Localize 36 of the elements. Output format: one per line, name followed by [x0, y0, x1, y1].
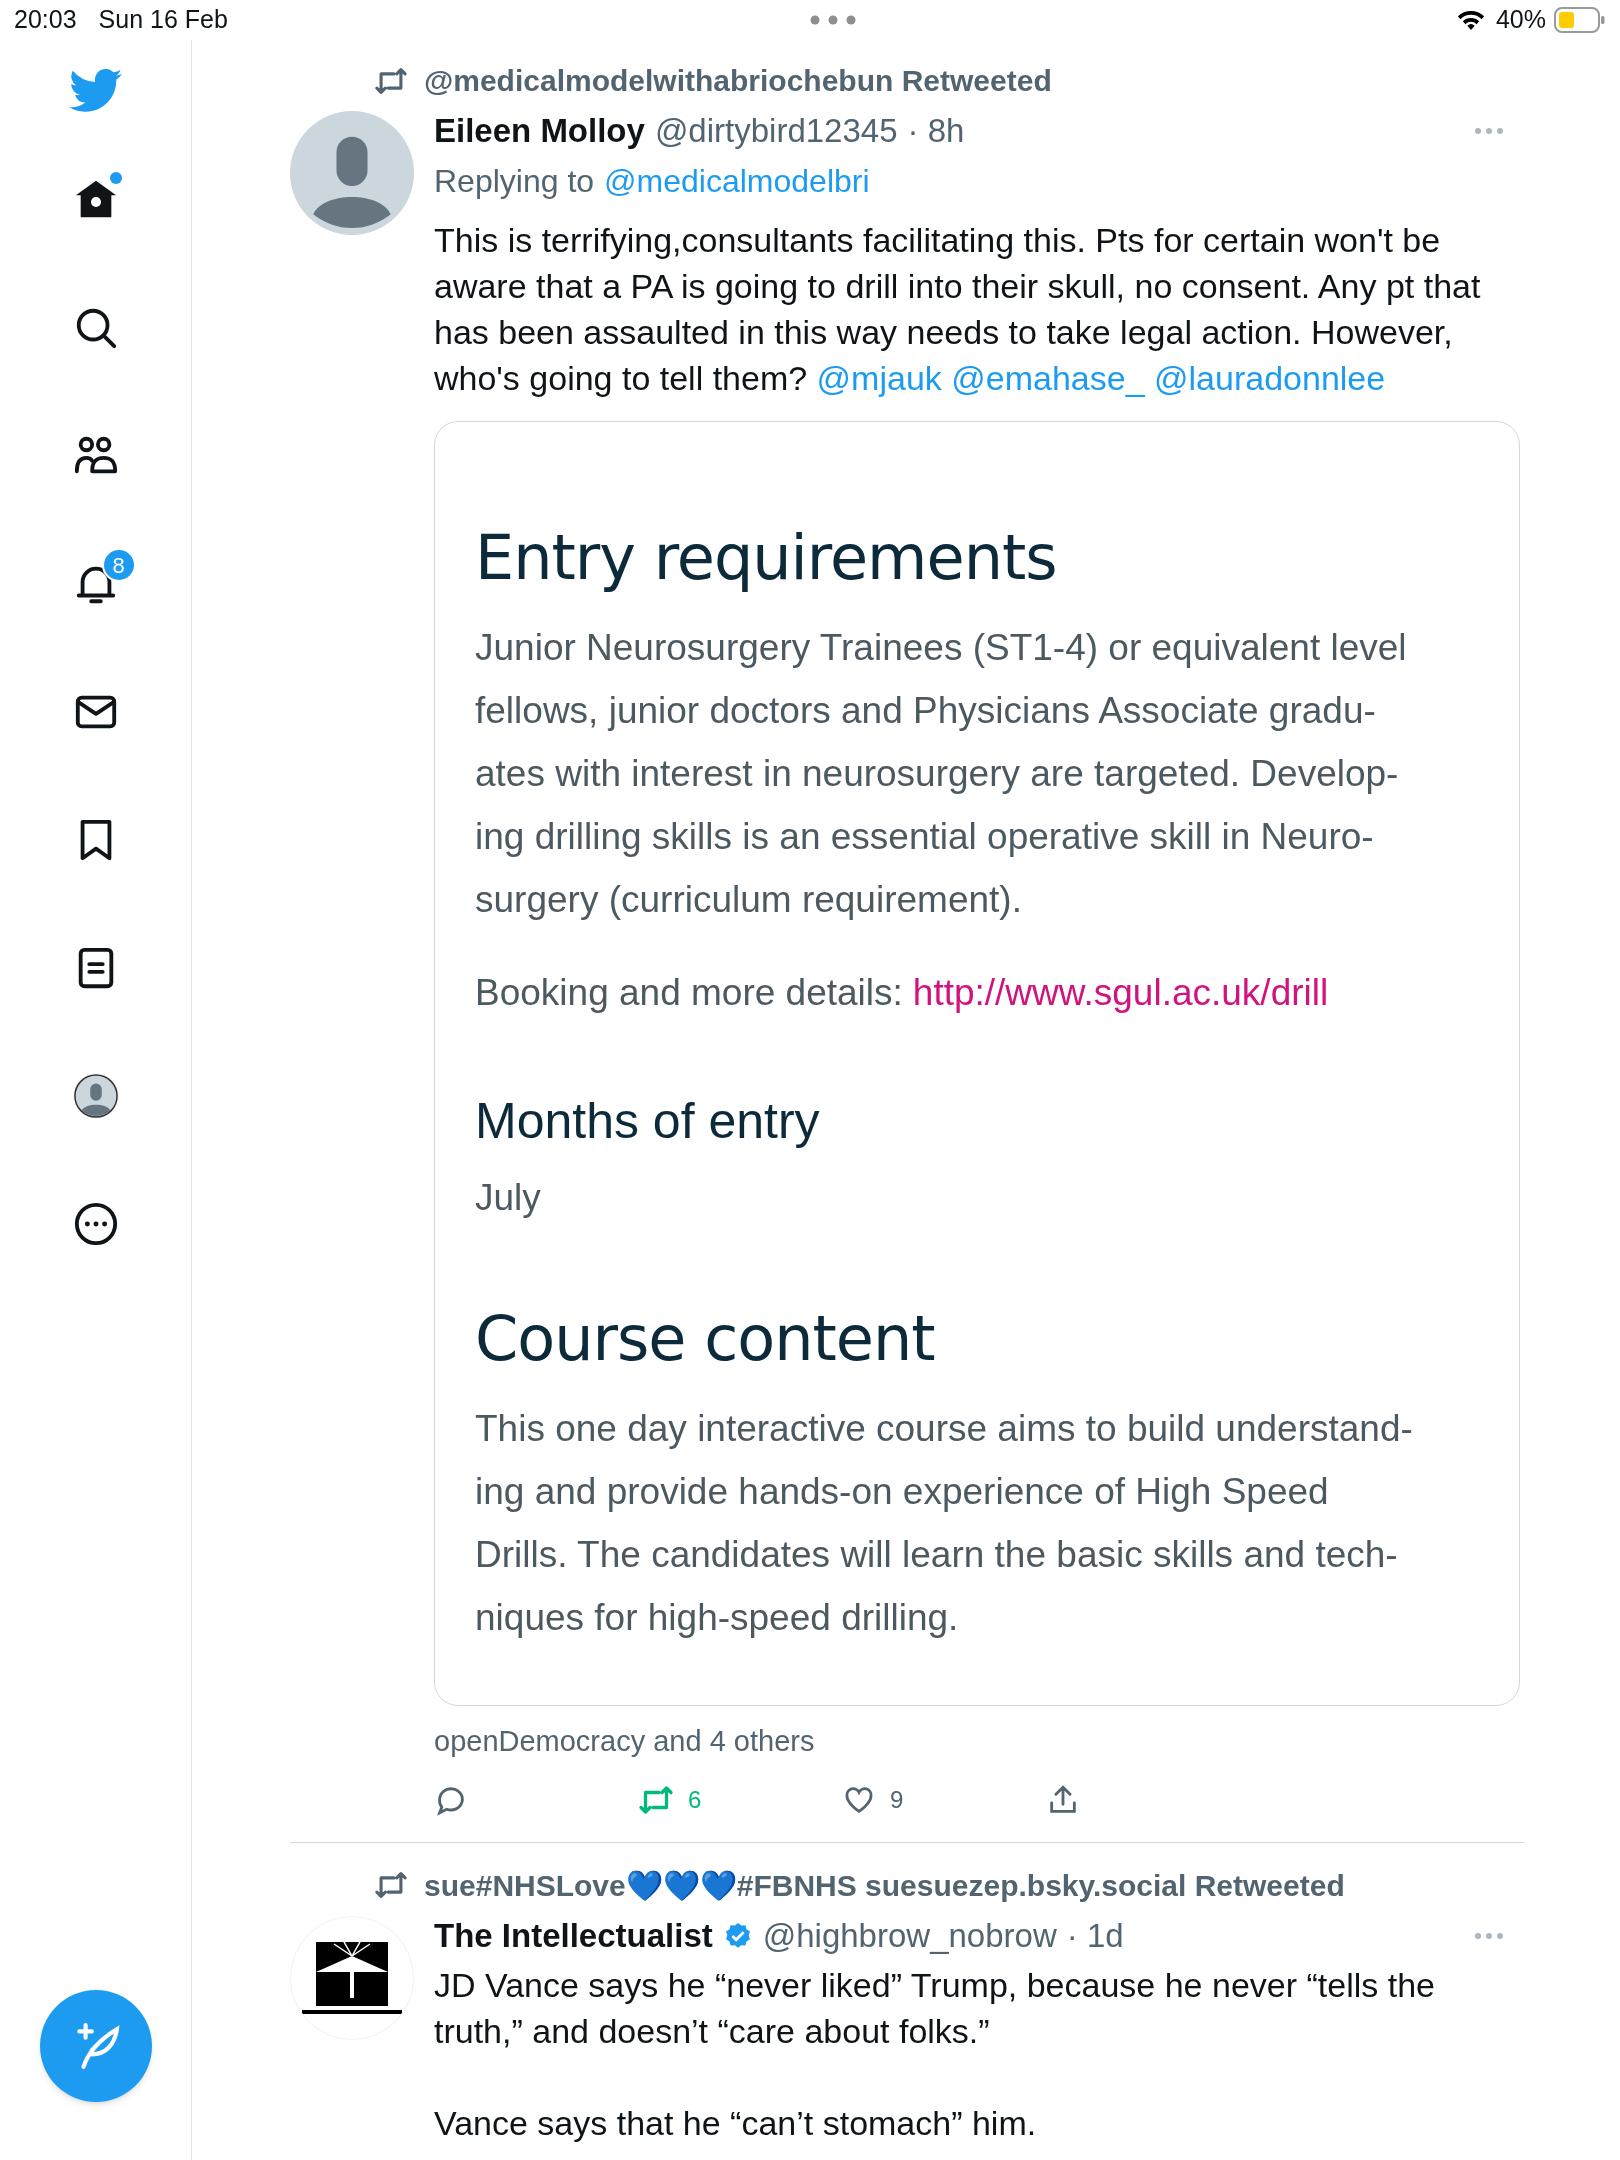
multitask-icon[interactable]: [809, 15, 856, 25]
tweet-text: This is terrifying,consultants facilitating this. Pts for certain won't be aware that a PA is going to drill into their skull, no consent. Any pt that has been assaulted in this way needs to take legal action. However, who's going to tell them? @mjauk @emahase_ @lauradonnlee: [434, 220, 1482, 399]
tweet-time: · 1d: [1066, 1915, 1124, 1956]
card-text: Booking and more details:: [475, 971, 903, 1015]
tweet-time: · 8h: [907, 111, 965, 151]
author-handle[interactable]: @highbrow_nobrow: [762, 1911, 1057, 1960]
battery-percent: 40%: [1495, 4, 1546, 36]
wifi-icon: [1455, 8, 1486, 32]
tweet-text: Vance says that he “can’t stomach” him.: [434, 2102, 1038, 2144]
status-time: 20:03: [14, 4, 77, 36]
battery-icon: [1554, 7, 1606, 33]
avatar-icon: [72, 1073, 119, 1119]
card-paragraph: This one day interactive course aims to build understand- ing and provide hands-on experience of High Speed Drills. The candidates will learn the basic skills and tech- niques for high-speed drilling.: [475, 1407, 1414, 1640]
retweeted-by[interactable]: sue#NHSLove💙💙💙#FBNHS suesuezep.bsky.social Retweeted: [424, 1862, 1345, 1908]
status-date: Sun 16 Feb: [98, 4, 228, 36]
card-paragraph: Junior Neurosurgery Trainees (ST1-4) or equivalent level fellows, junior doctors and Physicians Associate gradu- ates with interest in neurosurgery are targeted. Develop- ing drilling skills is an essential operative skill in Neuro- surgery (curriculum requirement).: [475, 626, 1408, 922]
notification-badge: 8: [101, 548, 136, 582]
card-paragraph: July: [475, 1176, 542, 1220]
replying-label: Replying to: [434, 162, 595, 201]
card-subheading: Months of entry: [475, 1092, 821, 1151]
author-handle[interactable]: @dirtybird12345: [654, 107, 898, 155]
like-count: 9: [890, 1784, 904, 1815]
card-link[interactable]: http://www.sgul.ac.uk/drill: [912, 961, 1329, 1024]
media-card[interactable]: [434, 421, 1520, 1706]
logo-bar-icon: [302, 2009, 402, 2014]
card-heading: Entry requirements: [475, 520, 1058, 596]
social-context[interactable]: openDemocracy and 4 others: [434, 1720, 1524, 1764]
retweeted-by[interactable]: @medicalmodelwithabriochebun Retweeted: [424, 58, 1052, 103]
retweet-count: 6: [688, 1784, 702, 1815]
tweet-text: JD Vance says he “never liked” Trump, because he never “tells the truth,” and doesn’t “care about folks.”: [434, 1964, 1436, 2052]
logo-icon: [316, 1941, 388, 2006]
author-name[interactable]: Eileen Molloy: [434, 107, 645, 155]
card-heading: Course content: [475, 1301, 936, 1377]
more-icon: [72, 1201, 119, 1247]
author-name[interactable]: The Intellectualist: [434, 1911, 713, 1960]
bird-logo-icon[interactable]: [68, 68, 123, 114]
